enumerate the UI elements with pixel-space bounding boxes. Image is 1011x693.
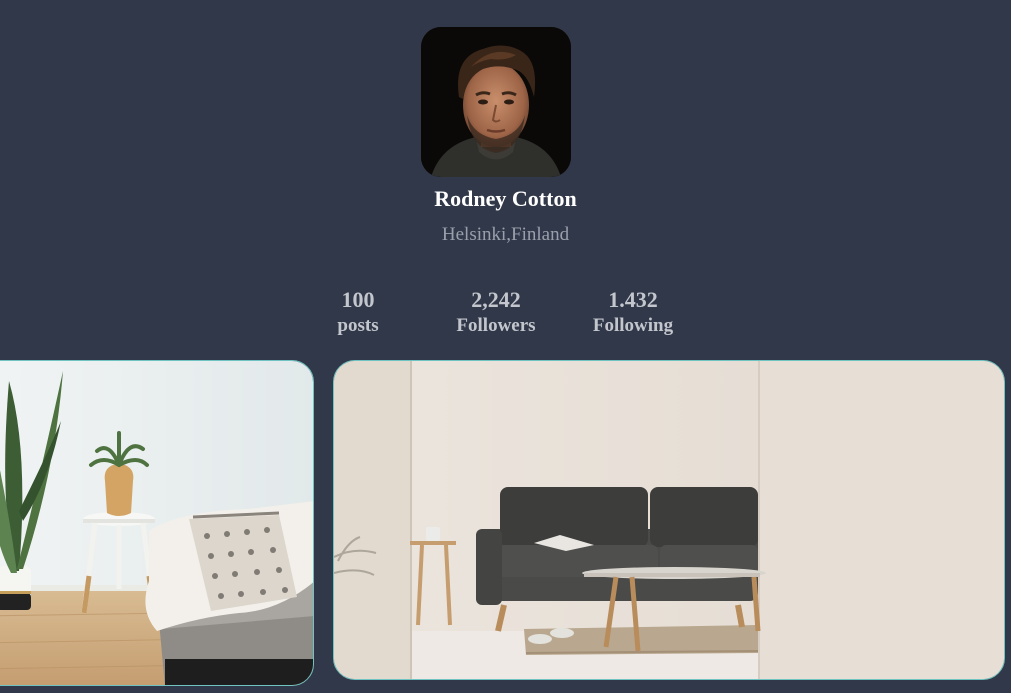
profile-page: Rodney Cotton Helsinki,Finland 100 posts… xyxy=(0,0,1011,693)
stat-followers-value: 2,242 xyxy=(471,287,521,312)
interior-photo-bedroom-icon xyxy=(0,361,313,685)
profile-name: Rodney Cotton xyxy=(434,186,577,211)
gallery-photo-2[interactable] xyxy=(333,360,1005,680)
stat-following-label: Following xyxy=(592,315,674,336)
stat-followers-label: Followers xyxy=(456,315,536,336)
stat-following[interactable]: 1.432 Following xyxy=(573,287,693,339)
interior-photo-living-room-icon xyxy=(334,361,1004,679)
stat-followers[interactable]: 2,242 Followers xyxy=(436,287,556,339)
profile-photo-icon xyxy=(421,27,571,177)
stat-posts[interactable]: 100 posts xyxy=(298,287,418,339)
stat-posts-value: 100 xyxy=(341,287,375,312)
gallery-photo-1[interactable] xyxy=(0,360,314,686)
stat-posts-label: posts xyxy=(337,315,379,336)
stat-following-value: 1.432 xyxy=(608,287,658,312)
profile-location: Helsinki,Finland xyxy=(441,224,570,245)
avatar[interactable] xyxy=(421,27,571,177)
